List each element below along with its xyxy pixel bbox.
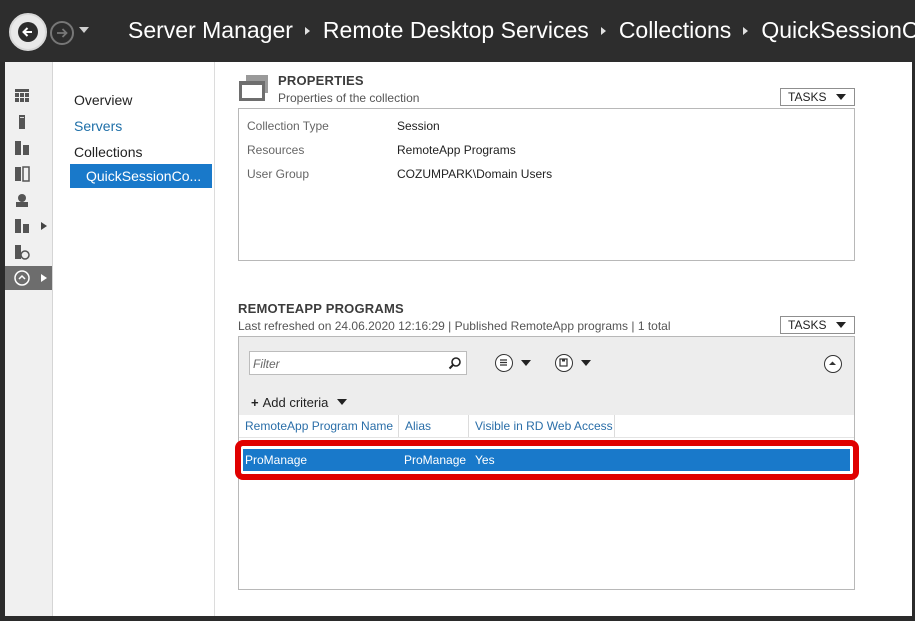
chevron-up-icon bbox=[829, 361, 836, 365]
rail-wsus[interactable] bbox=[5, 240, 52, 264]
column-header-program-name[interactable]: RemoteApp Program Name bbox=[239, 415, 399, 437]
rds-icon bbox=[15, 219, 29, 233]
rail-dashboard[interactable] bbox=[5, 84, 52, 108]
list-icon bbox=[500, 359, 507, 366]
breadcrumb-server-manager[interactable]: Server Manager bbox=[128, 17, 293, 44]
breadcrumb: Server Manager Remote Desktop Services C… bbox=[128, 17, 915, 44]
forward-button[interactable] bbox=[50, 21, 74, 45]
filter-placeholder: Filter bbox=[253, 357, 280, 371]
wsus-icon bbox=[15, 245, 30, 260]
property-label: Resources bbox=[247, 143, 305, 157]
chevron-down-icon bbox=[336, 399, 347, 405]
expand-arrow-icon[interactable] bbox=[41, 274, 47, 282]
remoteapp-tasks-button[interactable]: TASKS bbox=[780, 316, 855, 334]
remote-desktop-icon bbox=[14, 270, 30, 286]
nav-overview[interactable]: Overview bbox=[74, 92, 132, 108]
column-header-visible-rdweb[interactable]: Visible in RD Web Access bbox=[469, 415, 615, 437]
server-manager-window: Server Manager Remote Desktop Services C… bbox=[0, 0, 915, 621]
all-servers-icon bbox=[15, 141, 29, 155]
grid-header: RemoteApp Program Name Alias Visible in … bbox=[239, 415, 854, 438]
save-icon bbox=[559, 358, 568, 367]
property-value: RemoteApp Programs bbox=[397, 143, 516, 157]
rail-remote-desktop-services[interactable] bbox=[5, 266, 52, 290]
rail-rds[interactable] bbox=[5, 214, 52, 238]
local-server-icon bbox=[19, 115, 25, 129]
file-storage-icon bbox=[15, 166, 30, 182]
history-dropdown-icon[interactable] bbox=[79, 27, 89, 33]
properties-section-icon bbox=[239, 75, 268, 101]
remoteapp-subtitle: Last refreshed on 24.06.2020 12:16:29 | … bbox=[238, 319, 671, 333]
back-button[interactable] bbox=[9, 13, 47, 51]
property-value: Session bbox=[397, 119, 440, 133]
property-value: COZUMPARK\Domain Users bbox=[397, 167, 553, 181]
properties-panel: Collection Type Session Resources Remote… bbox=[238, 108, 855, 261]
chevron-down-icon bbox=[836, 94, 846, 100]
nav-servers[interactable]: Servers bbox=[74, 118, 122, 134]
chevron-down-icon[interactable] bbox=[581, 360, 591, 366]
expand-arrow-icon[interactable] bbox=[41, 222, 47, 230]
tasks-label: TASKS bbox=[788, 90, 827, 104]
breadcrumb-collections[interactable]: Collections bbox=[619, 17, 732, 44]
filter-input[interactable]: Filter bbox=[249, 351, 467, 375]
chevron-down-icon[interactable] bbox=[521, 360, 531, 366]
properties-title: PROPERTIES bbox=[278, 73, 364, 88]
save-query-button[interactable] bbox=[555, 354, 573, 372]
breadcrumb-current-collection[interactable]: QuickSessionCollection bbox=[761, 17, 915, 44]
column-header-alias[interactable]: Alias bbox=[399, 415, 469, 437]
title-bar: Server Manager Remote Desktop Services C… bbox=[0, 0, 915, 62]
rail-iis[interactable] bbox=[5, 188, 52, 212]
collection-nav-panel: Overview Servers Collections QuickSessio… bbox=[53, 62, 215, 616]
breadcrumb-separator-icon bbox=[600, 26, 606, 35]
forward-arrow-icon bbox=[57, 28, 68, 38]
nav-selected-collection[interactable]: QuickSessionCo... bbox=[70, 164, 212, 188]
breadcrumb-remote-desktop-services[interactable]: Remote Desktop Services bbox=[323, 17, 589, 44]
breadcrumb-separator-icon bbox=[743, 26, 749, 35]
red-highlight-annotation bbox=[235, 440, 859, 480]
properties-tasks-button[interactable]: TASKS bbox=[780, 88, 855, 106]
rail-file-storage[interactable] bbox=[5, 162, 52, 186]
back-arrow-icon bbox=[18, 22, 38, 42]
chevron-down-icon bbox=[836, 322, 846, 328]
tasks-label: TASKS bbox=[788, 318, 827, 332]
nav-collections[interactable]: Collections bbox=[74, 144, 142, 160]
remoteapp-title: REMOTEAPP PROGRAMS bbox=[238, 301, 404, 316]
search-icon[interactable] bbox=[448, 356, 462, 370]
property-label: User Group bbox=[247, 167, 310, 181]
rail-all-servers[interactable] bbox=[5, 136, 52, 160]
list-view-options-button[interactable] bbox=[495, 354, 513, 372]
collapse-toolbar-button[interactable] bbox=[824, 355, 842, 373]
iis-icon bbox=[16, 194, 28, 207]
left-icon-rail bbox=[5, 62, 53, 616]
properties-subtitle: Properties of the collection bbox=[278, 91, 420, 105]
plus-icon: + bbox=[251, 395, 259, 410]
property-label: Collection Type bbox=[247, 119, 329, 133]
grid-toolbar: Filter + Add criteria bbox=[239, 337, 854, 415]
rail-local-server[interactable] bbox=[5, 110, 52, 134]
dashboard-icon bbox=[15, 89, 29, 102]
main-content: PROPERTIES Properties of the collection … bbox=[215, 62, 912, 616]
add-criteria-label: Add criteria bbox=[262, 395, 329, 410]
breadcrumb-separator-icon bbox=[304, 26, 310, 35]
add-criteria-button[interactable]: + Add criteria bbox=[251, 395, 347, 410]
